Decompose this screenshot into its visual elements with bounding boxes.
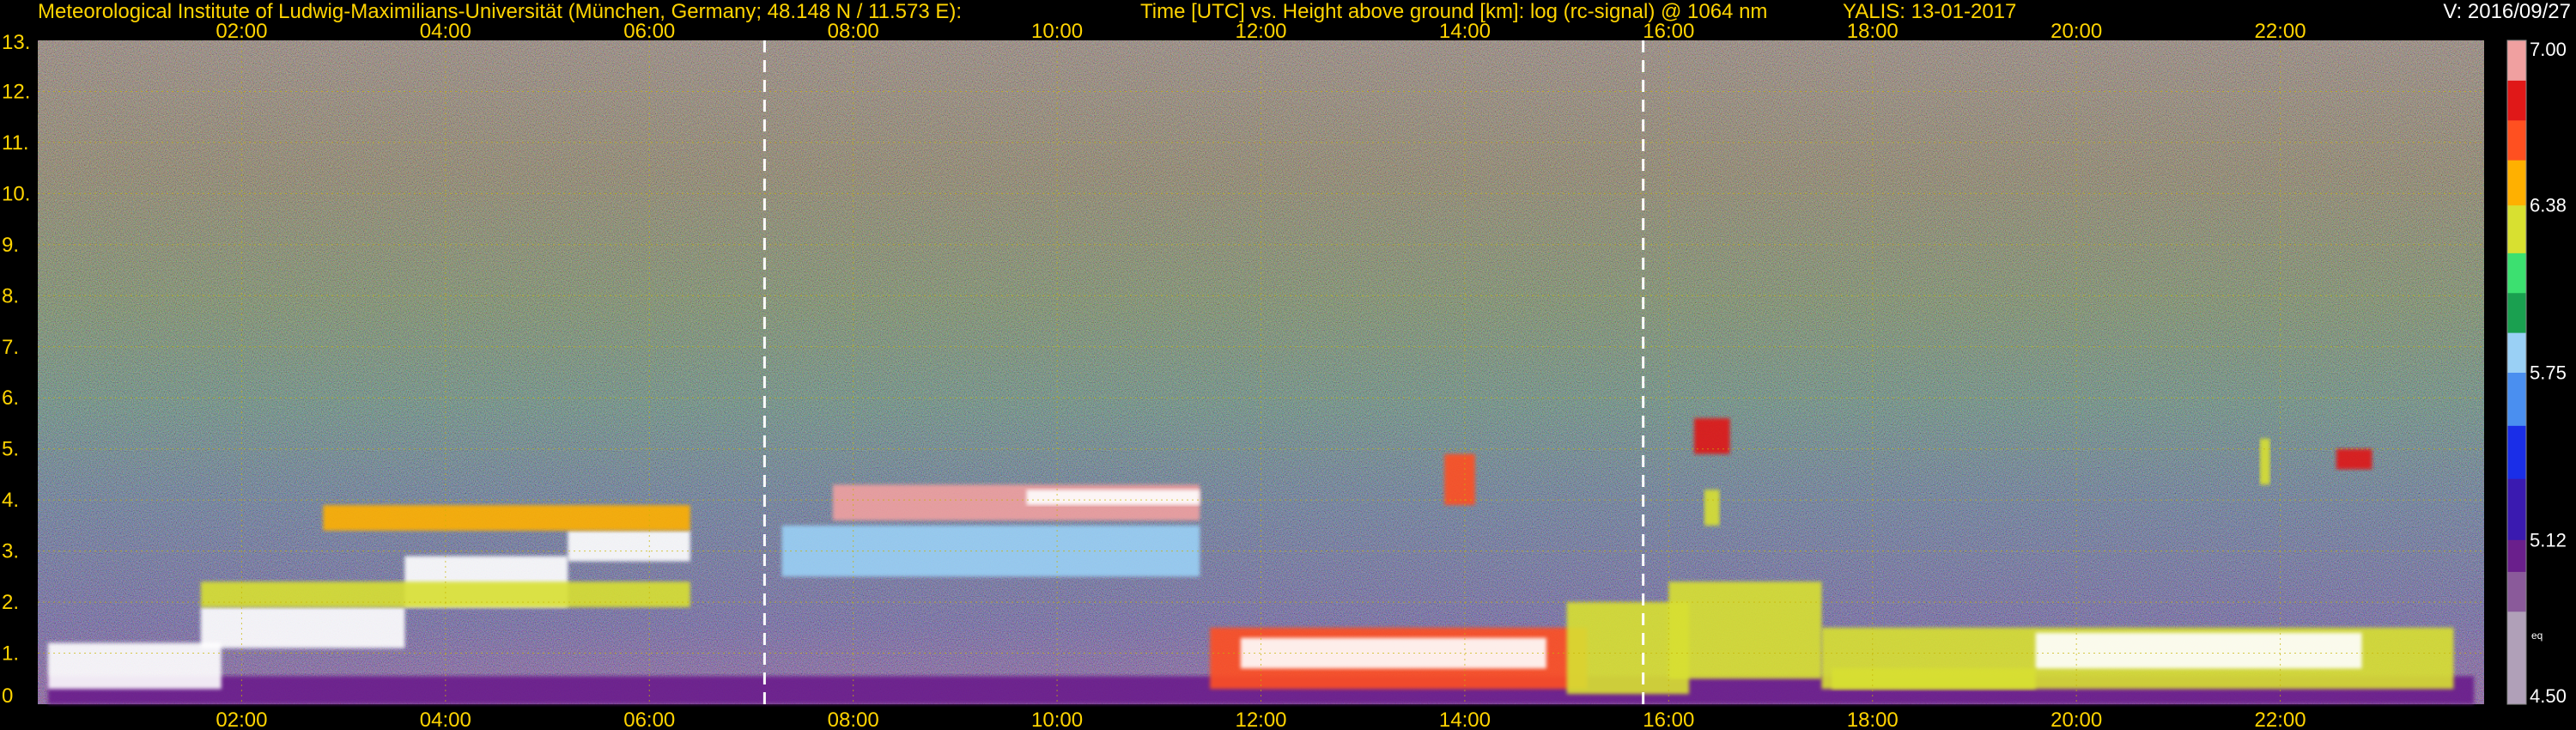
x-tick-bottom-0: 02:00 xyxy=(216,709,267,730)
colorbar-segment-9 xyxy=(2507,204,2526,253)
colorbar-segment-6 xyxy=(2507,332,2526,373)
signal-feature-13 xyxy=(1444,453,1475,506)
x-tick-top-2: 06:00 xyxy=(623,20,675,43)
x-tick-top-0: 02:00 xyxy=(216,20,267,43)
colorbar-label-0: 7.00 xyxy=(2530,39,2567,60)
x-tick-bottom-2: 06:00 xyxy=(623,709,675,730)
colorbar-label-2: 5.75 xyxy=(2530,362,2567,384)
y-tick-13: 13. xyxy=(2,31,30,54)
x-tick-bottom-6: 14:00 xyxy=(1439,709,1491,730)
colorbar-segment-4 xyxy=(2507,425,2526,479)
x-tick-top-10: 22:00 xyxy=(2255,20,2306,43)
y-tick-9: 9. xyxy=(2,234,19,257)
signal-feature-5 xyxy=(323,505,690,531)
y-tick-5: 5. xyxy=(2,438,19,461)
lidar-quicklook: Meteorological Institute of Ludwig-Maxim… xyxy=(0,0,2576,730)
signal-feature-20 xyxy=(2336,448,2372,470)
signal-feature-6 xyxy=(47,642,222,690)
y-tick-11: 11. xyxy=(2,131,29,155)
y-axis: 0 1. 2. 3. 4. 5. 6. 7. 8. 9. 10. 11. 12. 13. xyxy=(2,31,30,708)
y-tick-8: 8. xyxy=(2,284,19,307)
signal-feature-1 xyxy=(200,607,405,648)
signal-feature-3 xyxy=(568,530,690,562)
y-tick-12: 12. xyxy=(2,80,30,103)
signal-feature-19 xyxy=(1668,581,1822,679)
x-tick-bottom-1: 04:00 xyxy=(420,709,471,730)
colorbar-segment-7 xyxy=(2507,292,2526,333)
y-tick-7: 7. xyxy=(2,336,19,359)
x-tick-bottom-8: 18:00 xyxy=(1847,709,1899,730)
x-tick-top-5: 12:00 xyxy=(1235,20,1286,43)
y-tick-4: 4. xyxy=(2,489,19,512)
x-tick-bottom-3: 08:00 xyxy=(828,709,879,730)
colorbar-segment-11 xyxy=(2507,119,2526,161)
x-tick-bottom-5: 12:00 xyxy=(1235,709,1286,730)
colorbar-segment-8 xyxy=(2507,252,2526,294)
x-tick-top-8: 18:00 xyxy=(1847,20,1899,43)
y-tick-10: 10. xyxy=(2,182,30,205)
signal-feature-18 xyxy=(1832,668,2036,690)
y-tick-0: 0 xyxy=(2,684,13,708)
x-tick-bottom-7: 16:00 xyxy=(1643,709,1694,730)
colorbar-segment-12 xyxy=(2507,80,2526,121)
colorbar-label-3: 5.12 xyxy=(2530,529,2567,551)
signal-feature-9 xyxy=(781,525,1200,577)
signal-feature-17 xyxy=(2035,632,2362,669)
colorbar-segment-10 xyxy=(2507,160,2526,206)
colorbar: 7.00 6.38 5.75 5.12 4.50 eq xyxy=(2506,39,2567,707)
colorbar-eq-label: eq xyxy=(2531,630,2543,642)
x-axis-bottom: 02:00 04:00 06:00 08:00 10:00 12:00 14:00 16:00… xyxy=(216,709,2306,730)
signal-feature-15 xyxy=(1704,490,1720,526)
x-tick-top-9: 20:00 xyxy=(2050,20,2102,43)
x-tick-top-6: 14:00 xyxy=(1439,20,1491,43)
colorbar-label-1: 6.38 xyxy=(2530,195,2567,216)
x-tick-top-3: 08:00 xyxy=(828,20,879,43)
colorbar-segment-1 xyxy=(2507,571,2526,612)
signal-feature-14 xyxy=(1694,418,1730,454)
colorbar-label-4: 4.50 xyxy=(2530,685,2567,707)
y-tick-6: 6. xyxy=(2,386,19,410)
y-tick-3: 3. xyxy=(2,540,19,563)
y-tick-1: 1. xyxy=(2,642,19,666)
colorbar-segment-3 xyxy=(2507,478,2526,540)
x-axis-top: 02:00 04:00 06:00 08:00 10:00 12:00 14:00 16:00… xyxy=(216,20,2306,43)
signal-feature-21 xyxy=(2259,438,2270,485)
colorbar-segment-0 xyxy=(2507,611,2526,705)
colorbar-segment-2 xyxy=(2507,539,2526,572)
signal-feature-8 xyxy=(1026,490,1200,506)
x-tick-top-1: 04:00 xyxy=(420,20,471,43)
x-tick-bottom-10: 22:00 xyxy=(2255,709,2306,730)
chart-svg: 02:00 04:00 06:00 08:00 10:00 12:00 14:00 16:00… xyxy=(2,20,2567,730)
x-tick-top-7: 16:00 xyxy=(1643,20,1694,43)
x-tick-bottom-9: 20:00 xyxy=(2050,709,2102,730)
colorbar-segment-13 xyxy=(2507,40,2526,81)
y-tick-2: 2. xyxy=(2,591,19,614)
x-tick-bottom-4: 10:00 xyxy=(1031,709,1083,730)
x-tick-top-4: 10:00 xyxy=(1031,20,1083,43)
colorbar-segment-5 xyxy=(2507,372,2526,426)
